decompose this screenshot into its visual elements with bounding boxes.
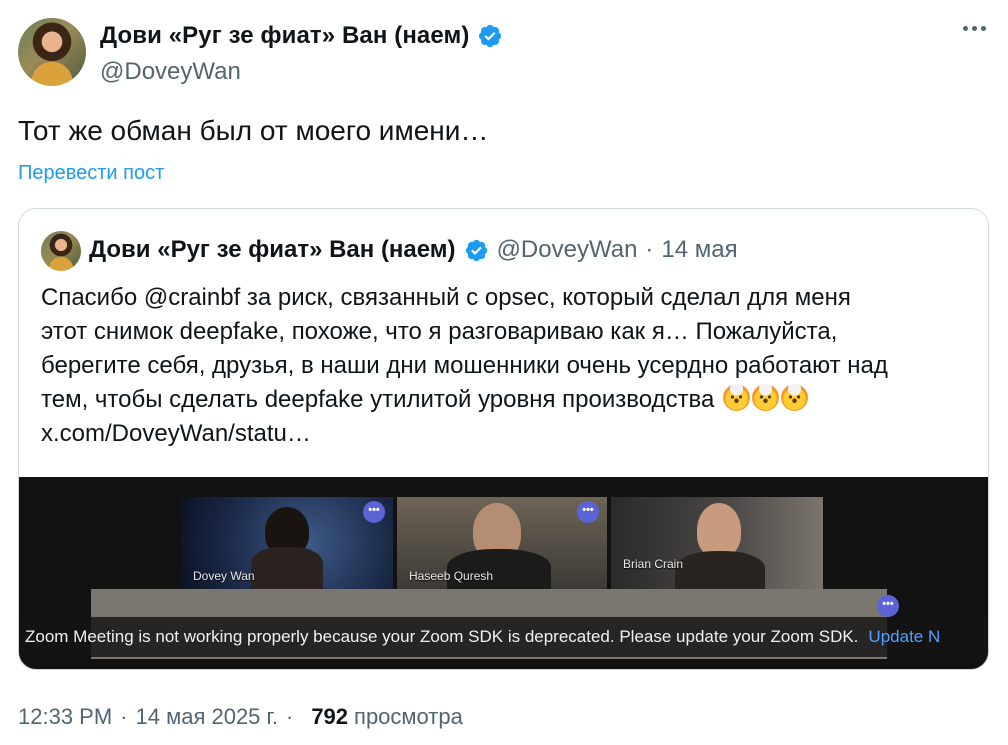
separator-dot: · <box>285 704 294 729</box>
display-name[interactable]: Дови «Руг зе фиат» Ван (наем) <box>100 22 469 50</box>
quoted-line: этот снимок deepfake, похоже, что я разг… <box>41 318 838 345</box>
participant-menu-icon: ••• <box>363 501 385 523</box>
tweet-meta: 12:33 PM · 14 мая 2025 г. · 792 просмотр… <box>18 704 463 730</box>
views-label: просмотра <box>354 704 463 729</box>
quoted-avatar[interactable] <box>41 231 81 271</box>
participant-body <box>675 551 765 589</box>
participant-name: Haseeb Quresh <box>409 569 494 583</box>
zoom-notice-text: Zoom Meeting is not working properly bec… <box>25 627 859 646</box>
quoted-link[interactable]: x.com/DoveyWan/statu… <box>41 417 981 451</box>
verified-badge-icon <box>465 239 487 261</box>
exploding-head-emoji-icon <box>723 384 751 411</box>
video-media[interactable]: Dovey Wan ••• Haseeb Quresh ••• Brian Cr… <box>19 477 988 669</box>
participant-body <box>251 547 323 589</box>
more-options-icon[interactable] <box>963 26 986 31</box>
participant-name: Dovey Wan <box>193 569 255 583</box>
participant-tile: Haseeb Quresh ••• <box>397 497 607 589</box>
exploding-head-emoji-icon <box>781 384 809 411</box>
verified-badge-icon <box>479 24 502 48</box>
quoted-date[interactable]: 14 мая <box>661 236 737 264</box>
tweet-date[interactable]: 14 мая 2025 г. <box>136 704 278 730</box>
exploding-head-emoji-icon <box>752 384 780 411</box>
participant-head <box>697 503 741 557</box>
participant-tile: Brian Crain <box>611 497 823 589</box>
author-row: Дови «Руг зе фиат» Ван (наем) <box>100 22 503 50</box>
tweet-text: Тот же обман был от моего имени… <box>18 115 489 146</box>
participant-tile: Dovey Wan ••• <box>181 497 393 589</box>
separator-dot: · <box>120 704 128 729</box>
participant-name: Brian Crain <box>623 557 684 571</box>
views-count[interactable]: 792 <box>311 704 348 730</box>
avatar[interactable] <box>18 18 86 86</box>
quoted-line-with-emoji: тем, чтобы сделать deepfake утилитой уро… <box>41 383 981 417</box>
quoted-tweet[interactable]: Дови «Руг зе фиат» Ван (наем) @DoveyWan … <box>18 208 989 670</box>
participant-menu-icon: ••• <box>877 595 899 617</box>
participant-menu-icon: ••• <box>577 501 599 523</box>
tweet-time[interactable]: 12:33 PM <box>18 704 112 730</box>
quoted-text: Спасибо @crainbf за риск, связанный с op… <box>41 281 981 451</box>
translate-post-link[interactable]: Перевести пост <box>18 162 164 185</box>
separator-dot: · <box>645 236 654 263</box>
quoted-line: берегите себя, друзья, в наши дни мошенн… <box>41 352 888 379</box>
quoted-line: тем, чтобы сделать deepfake утилитой уро… <box>41 386 715 413</box>
quoted-line: Спасибо @crainbf за риск, связанный с op… <box>41 284 851 311</box>
quoted-display-name[interactable]: Дови «Руг зе фиат» Ван (наем) <box>89 236 456 264</box>
author-handle[interactable]: @DoveyWan <box>100 58 241 86</box>
update-zoom-link[interactable]: Update N <box>868 627 940 646</box>
quoted-header: Дови «Руг зе фиат» Ван (наем) @DoveyWan … <box>89 236 738 264</box>
zoom-notice-bar: Zoom Meeting is not working properly bec… <box>19 617 988 657</box>
quoted-handle[interactable]: @DoveyWan <box>497 236 638 264</box>
